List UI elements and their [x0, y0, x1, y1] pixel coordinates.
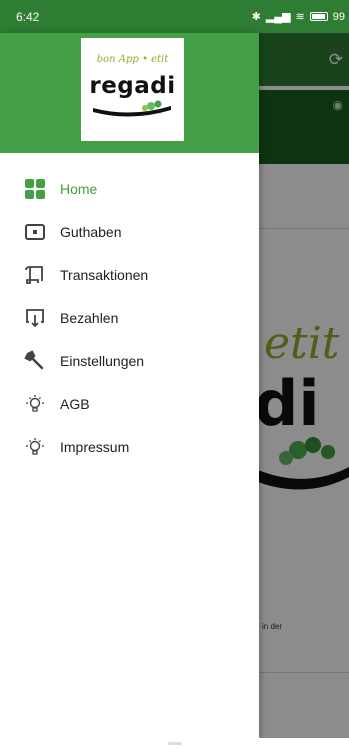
menu-item-guthaben[interactable]: Guthaben: [0, 210, 259, 253]
lightbulb-icon: [24, 436, 46, 458]
logo-wordmark: regadi: [89, 73, 176, 99]
wifi-icon: ≋: [295, 11, 305, 23]
scroll-icon: [24, 264, 46, 286]
menu-item-einstellungen[interactable]: Einstellungen: [0, 339, 259, 382]
signal-icon: ▂▄▆: [265, 11, 291, 23]
wallet-icon: [24, 221, 46, 243]
spoon-icon: [93, 100, 171, 117]
menu-item-transaktionen[interactable]: Transaktionen: [0, 253, 259, 296]
menu-label: Transaktionen: [60, 266, 149, 283]
status-icons: ✱ ▂▄▆ ≋ 99: [251, 10, 345, 24]
logo-tagline: bon App • etit: [96, 54, 169, 65]
home-gesture-bar[interactable]: [168, 742, 182, 745]
status-time: 6:42: [16, 9, 40, 24]
menu-item-bezahlen[interactable]: Bezahlen: [0, 296, 259, 339]
menu-label: Bezahlen: [60, 309, 119, 326]
menu-item-agb[interactable]: AGB: [0, 382, 259, 425]
menu-item-home[interactable]: Home: [0, 167, 259, 210]
pay-terminal-icon: [24, 307, 46, 329]
menu-item-impressum[interactable]: Impressum: [0, 425, 259, 468]
wrench-icon: [24, 349, 46, 372]
menu-label: Impressum: [60, 438, 130, 455]
navigation-drawer: bon App • etit regadi Home Guthaben Tran…: [0, 33, 259, 738]
status-bar: 6:42 ✱ ▂▄▆ ≋ 99: [0, 0, 349, 33]
home-grid-icon: [24, 178, 46, 200]
drawer-menu: Home Guthaben Transaktionen Bezahlen Ein…: [0, 153, 259, 468]
menu-label: Home: [60, 180, 98, 197]
menu-label: AGB: [60, 395, 90, 412]
regadi-logo: bon App • etit regadi: [81, 38, 184, 141]
bluetooth-icon: ✱: [251, 11, 261, 23]
drawer-header: bon App • etit regadi: [0, 33, 259, 153]
battery-icon: [309, 12, 328, 21]
menu-label: Einstellungen: [60, 352, 145, 369]
lightbulb-icon: [24, 393, 46, 415]
menu-label: Guthaben: [60, 223, 122, 240]
battery-level: 99: [332, 10, 345, 23]
